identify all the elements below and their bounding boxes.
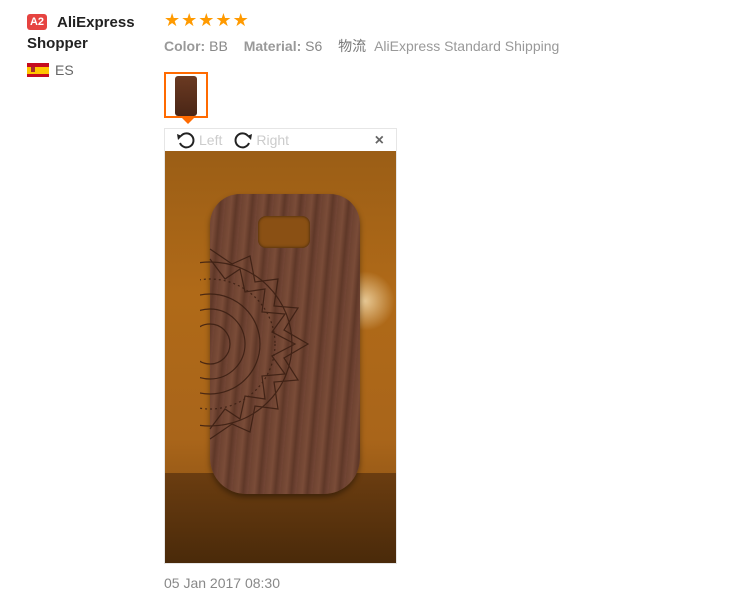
phone-case	[200, 194, 360, 494]
photo-viewer: Left Right ×	[164, 128, 397, 564]
material-value: S6	[305, 38, 323, 54]
reviewer-name-block: AliExpress	[57, 12, 135, 33]
rotate-left-button[interactable]: Left	[175, 130, 222, 150]
country-code: ES	[55, 62, 74, 78]
buyer-level-badge: A2	[27, 14, 47, 30]
rotate-right-icon	[234, 132, 253, 149]
shipping-label: 物流	[338, 38, 367, 54]
shipping-method: AliExpress Standard Shipping	[374, 38, 560, 54]
order-attributes: Color: BB Material: S6 物流 AliExpress Sta…	[164, 36, 559, 56]
star-icon: ★	[215, 10, 232, 30]
review-details: ★ ★ ★ ★ ★ Color: BB Material: S6 物流 AliE…	[164, 10, 559, 56]
reviewer-name-line2: Shopper	[27, 35, 88, 52]
star-icon: ★	[164, 10, 181, 30]
review-date: 05 Jan 2017 08:30	[164, 575, 280, 591]
star-icon: ★	[198, 10, 215, 30]
thumbnail-pointer	[182, 118, 194, 124]
spain-flag-icon	[27, 63, 49, 77]
reviewer-info: A2 AliExpress Shopper ES	[27, 12, 157, 78]
color-label: Color:	[164, 38, 206, 54]
thumbnail-image	[175, 76, 197, 116]
viewer-toolbar: Left Right ×	[165, 129, 396, 151]
star-icon: ★	[232, 10, 249, 30]
star-rating: ★ ★ ★ ★ ★	[164, 10, 559, 30]
reviewer-name: AliExpress	[57, 14, 135, 31]
review-photo	[165, 151, 396, 563]
color-value: BB	[209, 38, 228, 54]
rotate-right-button[interactable]: Right	[232, 130, 289, 150]
rotate-left-label: Left	[199, 132, 223, 148]
material-label: Material:	[243, 38, 302, 54]
review-photo-thumbnail[interactable]	[164, 72, 208, 118]
close-icon[interactable]: ×	[375, 133, 384, 149]
mandala-engraving	[200, 248, 310, 440]
reviewer-header: A2 AliExpress	[27, 12, 157, 33]
rotate-right-label: Right	[256, 132, 290, 148]
reviewer-country: ES	[27, 62, 157, 78]
star-icon: ★	[181, 10, 198, 30]
rotate-left-icon	[177, 132, 195, 149]
